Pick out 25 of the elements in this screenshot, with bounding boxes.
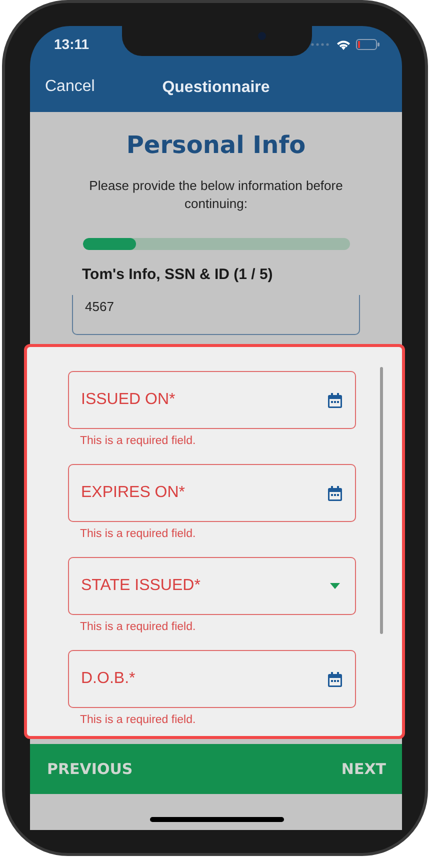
error-message: This is a required field. [80, 528, 196, 540]
previous-button[interactable]: PREVIOUS [47, 760, 133, 778]
battery-icon [356, 38, 380, 50]
error-message: This is a required field. [80, 621, 196, 633]
calendar-icon[interactable] [327, 670, 343, 688]
instructions-text: Please provide the below information before continuing: [88, 177, 344, 213]
date-field[interactable]: ISSUED ON* [68, 371, 356, 429]
date-field[interactable]: D.O.B.* [68, 650, 356, 708]
section-title: Tom's Info, SSN & ID (1 / 5) [82, 265, 273, 285]
error-message: This is a required field. [80, 435, 196, 447]
wifi-icon [336, 38, 351, 50]
date-field[interactable]: EXPIRES ON* [68, 464, 356, 522]
next-button[interactable]: NEXT [341, 760, 386, 778]
calendar-icon[interactable] [327, 392, 343, 408]
dropdown-arrow-icon[interactable] [330, 583, 340, 589]
error-message: This is a required field. [80, 714, 196, 726]
calendar-icon[interactable] [327, 484, 343, 502]
signal-icon [311, 42, 331, 46]
text-field[interactable]: 4567 [72, 295, 360, 335]
state-dropdown[interactable]: STATE ISSUED* [68, 557, 356, 615]
screen-title: Questionnaire [162, 79, 270, 97]
scrollbar[interactable] [380, 367, 383, 634]
cancel-button[interactable]: Cancel [45, 78, 95, 96]
page-heading: Personal Info [126, 130, 306, 160]
status-time: 13:11 [54, 36, 90, 52]
